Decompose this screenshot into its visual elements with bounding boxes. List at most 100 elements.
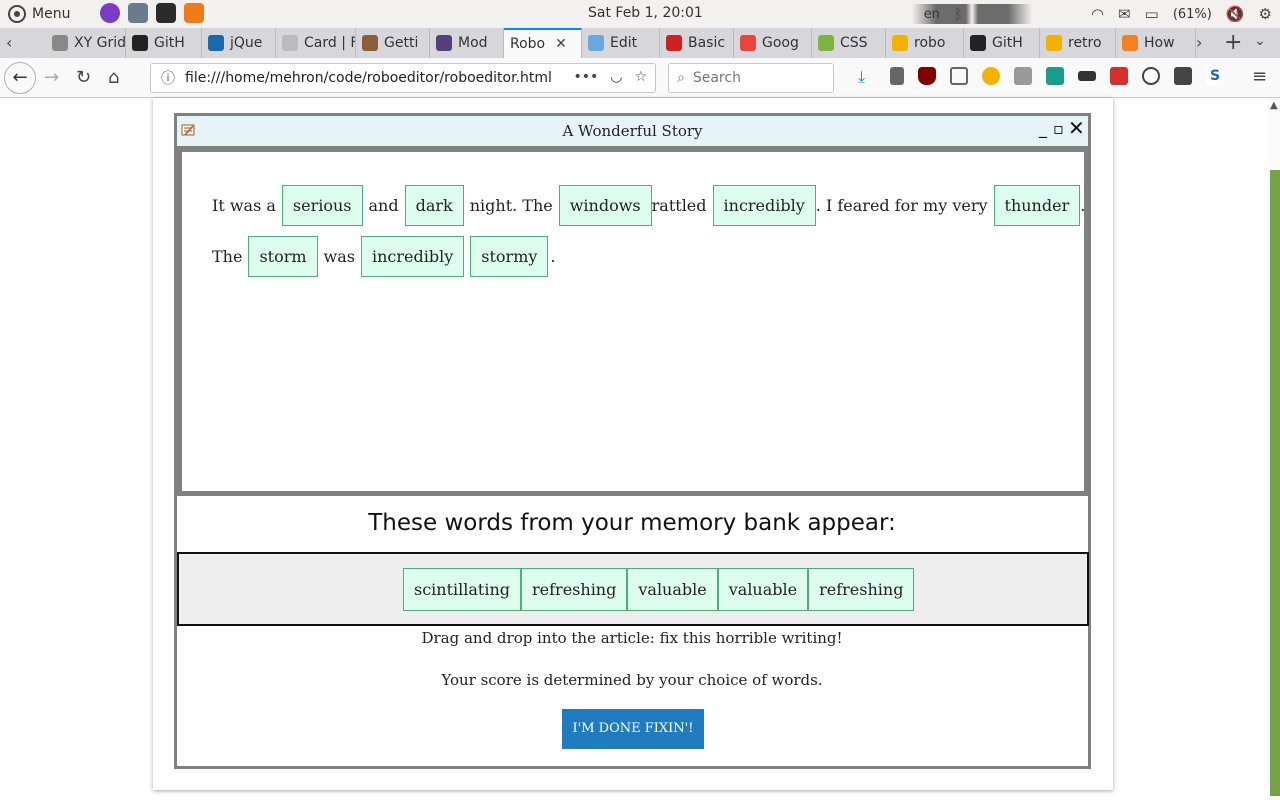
- settings-gear-icon[interactable]: ⚙: [1259, 5, 1272, 23]
- bookmark-star-icon[interactable]: ☆: [634, 69, 647, 85]
- page-info-icon[interactable]: ⓘ: [161, 68, 175, 88]
- chrome-ext-icon[interactable]: [982, 67, 1000, 85]
- memory-bank[interactable]: scintillating refreshing valuable valuab…: [177, 552, 1089, 626]
- browser-tab[interactable]: CSS: [812, 28, 886, 58]
- sublime-text-launcher-icon[interactable]: [184, 3, 204, 23]
- tab-close-icon[interactable]: ✕: [555, 36, 567, 52]
- close-icon[interactable]: ✕: [1068, 116, 1085, 140]
- browser-tab[interactable]: retro: [1040, 28, 1116, 58]
- battery-icon[interactable]: ▭: [1145, 5, 1159, 23]
- volume-muted-icon[interactable]: 🔇: [1226, 5, 1245, 23]
- browser-tab[interactable]: Goog: [734, 28, 812, 58]
- done-fixing-button[interactable]: I'M DONE FIXIN'!: [562, 709, 704, 749]
- browser-tab[interactable]: Getti: [356, 28, 430, 58]
- scroll-up-arrow-icon[interactable]: ▲: [1270, 100, 1278, 111]
- browser-tab-label: GitH: [992, 35, 1023, 51]
- tab-scroll-right-icon[interactable]: ›: [1196, 33, 1202, 52]
- save-ext-icon[interactable]: [1110, 67, 1128, 85]
- maximize-icon[interactable]: ▫: [1053, 119, 1064, 138]
- browser-tab[interactable]: Card | Fo: [276, 28, 356, 58]
- story-word-slot[interactable]: incredibly: [361, 236, 465, 277]
- minimize-icon[interactable]: _: [1039, 119, 1047, 138]
- hamburger-menu-icon[interactable]: ≡: [1252, 66, 1267, 87]
- memory-word-chip[interactable]: valuable: [627, 568, 718, 611]
- chrome-icon: [1046, 35, 1062, 51]
- browser-tab[interactable]: Robo ✕: [504, 28, 582, 58]
- back-button[interactable]: ←: [4, 62, 36, 94]
- new-tab-button[interactable]: +: [1224, 30, 1242, 55]
- account-icon[interactable]: [1142, 67, 1160, 85]
- memory-word-chip[interactable]: valuable: [717, 568, 809, 611]
- browser-tab[interactable]: XY Grid: [46, 28, 126, 58]
- url-bar[interactable]: ⓘ file:///home/mehron/code/roboeditor/ro…: [150, 63, 656, 93]
- reload-button[interactable]: ↻: [76, 67, 91, 88]
- browser-tab-label: Getti: [384, 35, 419, 51]
- story-word-slot[interactable]: incredibly: [712, 185, 816, 226]
- tab-scroll-left-icon[interactable]: ‹: [6, 33, 12, 52]
- puzzle-ext-icon[interactable]: [1046, 67, 1064, 85]
- memory-bank-chips: scintillating refreshing valuable valuab…: [403, 568, 915, 611]
- story-text: .: [550, 247, 556, 266]
- firefox-launcher-icon[interactable]: [100, 3, 120, 23]
- mail-icon[interactable]: ✉: [1118, 5, 1131, 23]
- keyboard-layout-indicator[interactable]: en: [924, 7, 940, 22]
- story-word-slot[interactable]: windows: [558, 185, 652, 226]
- list-all-tabs-icon[interactable]: ⌄: [1254, 33, 1266, 49]
- memory-word-chip[interactable]: scintillating: [403, 568, 522, 611]
- generic-tab-icon: [52, 35, 68, 51]
- scrollbar-thumb[interactable]: [1270, 170, 1280, 796]
- stylus-ext-icon[interactable]: S: [1206, 67, 1224, 85]
- browser-tab-label: retro: [1068, 35, 1102, 51]
- browser-tab[interactable]: Mod: [430, 28, 504, 58]
- browser-tab-label: Goog: [762, 35, 799, 51]
- wifi-icon[interactable]: ◠: [1091, 5, 1104, 23]
- browser-tab[interactable]: Edit: [582, 28, 660, 58]
- story-article[interactable]: It was a serious and dark night. The win…: [182, 152, 1085, 491]
- glasses-ext-icon[interactable]: [1078, 71, 1096, 81]
- browser-tab[interactable]: jQue: [202, 28, 276, 58]
- os-menu-label: Menu: [32, 6, 71, 22]
- browser-tab[interactable]: GitH: [126, 28, 202, 58]
- ublock-icon[interactable]: [918, 67, 936, 85]
- story-word-slot[interactable]: storm: [248, 236, 318, 277]
- page-actions-icon[interactable]: •••: [573, 69, 598, 85]
- drag-instruction: Drag and drop into the article: fix this…: [421, 629, 843, 647]
- battery-percent: (61%): [1172, 6, 1212, 22]
- story-word-slot[interactable]: dark: [404, 185, 464, 226]
- story-window-titlebar[interactable]: A Wonderful Story _ ▫ ✕: [177, 116, 1088, 146]
- apps-grid-icon[interactable]: [1174, 67, 1192, 85]
- browser-tab-label: XY Grid: [74, 35, 126, 51]
- home-button[interactable]: ⌂: [108, 67, 119, 88]
- browser-tab-label: jQue: [230, 35, 263, 51]
- browser-tab[interactable]: Basic: [660, 28, 734, 58]
- os-menu-button[interactable]: Menu: [8, 5, 70, 23]
- search-bar[interactable]: ⌕ Search: [668, 63, 834, 93]
- wm-icon: [666, 35, 682, 51]
- downloads-icon[interactable]: ⤓: [858, 67, 876, 86]
- story-word-slot[interactable]: stormy: [470, 236, 549, 277]
- toolbar-extensions: ⤓ S: [858, 67, 1224, 86]
- browser-tab[interactable]: GitH: [964, 28, 1040, 58]
- library-icon[interactable]: [890, 67, 904, 85]
- page-scrollbar[interactable]: ▲: [1268, 98, 1280, 800]
- terminal-launcher-icon[interactable]: [156, 3, 176, 23]
- system-monitor-launcher-icon[interactable]: [128, 3, 148, 23]
- reader-sidebar-icon[interactable]: [950, 67, 968, 85]
- bluetooth-icon[interactable]: ᛒ: [954, 5, 963, 23]
- browser-tab[interactable]: How: [1116, 28, 1196, 58]
- browser-tab[interactable]: robo: [886, 28, 964, 58]
- forward-button[interactable]: →: [44, 67, 59, 88]
- clock[interactable]: Sat Feb 1, 20:01: [588, 5, 703, 21]
- url-text[interactable]: file:///home/mehron/code/roboeditor/robo…: [185, 70, 552, 86]
- memory-word-chip[interactable]: refreshing: [521, 568, 628, 611]
- notes-ext-icon[interactable]: [1014, 67, 1032, 85]
- story-word-slot[interactable]: thunder: [993, 185, 1081, 226]
- story-word-slot[interactable]: serious: [281, 185, 363, 226]
- browser-tab-label: Edit: [610, 35, 638, 51]
- github-icon: [132, 35, 148, 51]
- memory-word-chip[interactable]: refreshing: [808, 568, 915, 611]
- launcher-bar: [100, 3, 204, 23]
- page-content: A Wonderful Story _ ▫ ✕ It was a serious…: [0, 98, 1280, 800]
- browser-nav-bar: ← → ↻ ⌂ ⓘ file:///home/mehron/code/roboe…: [0, 58, 1280, 98]
- pocket-icon[interactable]: ◡: [610, 69, 622, 85]
